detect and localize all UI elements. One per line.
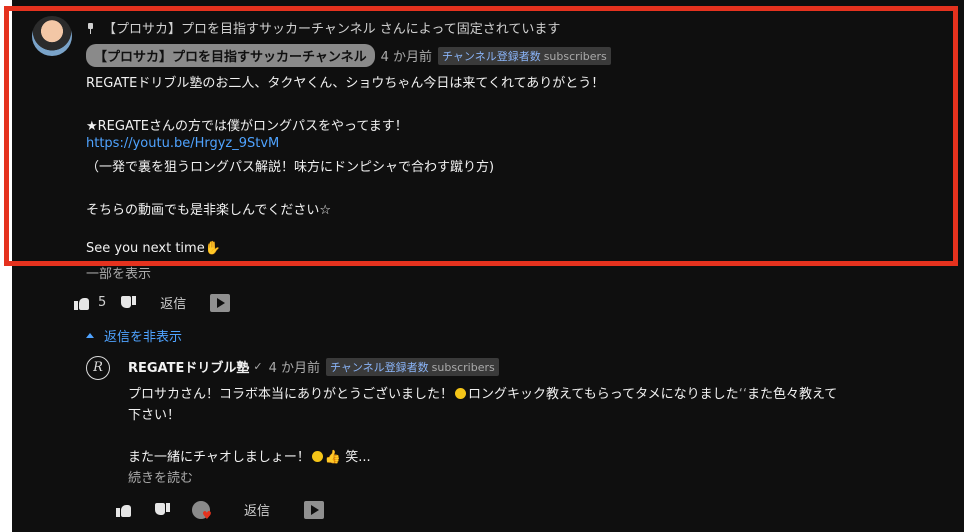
reply-text: プロサカさん！コラボ本当にありがとうございました！ (128, 387, 454, 402)
comment-actions: 5 返信 (74, 293, 231, 312)
comment-link[interactable]: https://youtu.be/Hrgyz_9StvM (86, 136, 279, 151)
channel-avatar[interactable] (32, 16, 72, 56)
comment-line: （一発で裏を狙うロングパス解説！味方にドンピシャで合わす蹴り方) (86, 160, 495, 175)
reply-line: また一緒にチャオしましょー！ 👍 笑... (128, 446, 371, 465)
reply-button[interactable]: 返信 (160, 293, 186, 312)
reply-time[interactable]: 4 か月前 (269, 357, 320, 376)
reply-avatar[interactable]: R (86, 356, 110, 380)
heart-icon: ♥ (202, 508, 212, 522)
thumbs-up-emoji: 👍 (324, 450, 342, 465)
comment-meta: 【プロサカ】プロを目指すサッカーチャンネル 4 か月前 チャンネル登録者数 sub… (86, 44, 611, 67)
pinned-by-text: 【プロサカ】プロを目指すサッカーチャンネル さんによって固定されています (103, 22, 561, 37)
wave-hand-emoji: ✋ (204, 241, 221, 256)
thumb-down-icon[interactable] (120, 295, 137, 310)
reply-text: 笑... (345, 450, 371, 465)
thumb-up-icon[interactable] (74, 296, 90, 310)
comment-line: REGATEドリブル塾のお二人、タクヤくん、ショウちゃん今日は来てくれてありがと… (86, 76, 605, 91)
thumb-down-icon[interactable] (154, 502, 170, 517)
reply-text: また色々教えて (746, 387, 838, 402)
reply-video-icon[interactable] (304, 500, 325, 519)
badge-text: チャンネル登録者数 (442, 49, 541, 63)
reply-text: ‘‘ (738, 387, 747, 402)
hide-replies-label: 返信を非表示 (104, 330, 183, 345)
like-count: 5 (98, 295, 107, 310)
hide-replies-button[interactable]: 返信を非表示 (86, 326, 182, 345)
badge-text: チャンネル登録者数 (330, 360, 429, 374)
comment-author[interactable]: 【プロサカ】プロを目指すサッカーチャンネル (86, 44, 375, 67)
reply-text: また一緒にチャオしましょー！ (128, 450, 310, 465)
reply-text: ロングキック教えてもらってタメになりました (468, 387, 739, 402)
check-icon: ✓ (253, 360, 263, 373)
grin-emoji (311, 451, 323, 462)
comments-panel: 【プロサカ】プロを目指すサッカーチャンネル さんによって固定されています 【プロ… (12, 0, 964, 532)
thumb-up-icon[interactable] (116, 503, 132, 517)
reply-button[interactable]: 返信 (244, 500, 270, 519)
reply-video-icon[interactable] (210, 293, 231, 312)
sign-off-text: See you next time (86, 241, 205, 256)
reply-line: 下さい！ (128, 408, 181, 423)
caret-up-icon (86, 333, 94, 338)
badge-suffix: subscribers (543, 49, 607, 63)
smile-emoji (455, 388, 467, 399)
comment-line: ★REGATEさんの方では僕がロングパスをやってます！ (86, 119, 408, 134)
comment-line: See you next time✋ (86, 241, 221, 256)
subscriber-badge: チャンネル登録者数 subscribers (438, 46, 611, 65)
pin-icon (86, 22, 95, 34)
badge-suffix: subscribers (431, 360, 495, 374)
comment-time[interactable]: 4 か月前 (381, 46, 432, 65)
read-more-button[interactable]: 続きを読む (128, 467, 193, 486)
creator-heart-avatar: ♥ (192, 500, 212, 522)
show-less-button[interactable]: 一部を表示 (86, 263, 151, 282)
reply-line: プロサカさん！コラボ本当にありがとうございました！ ロングキック教えてもらってタメ… (128, 383, 837, 402)
comment-line: そちらの動画でも是非楽しんでください☆ (86, 203, 332, 218)
reply-actions: ♥ 返信 (116, 500, 325, 522)
pinned-indicator: 【プロサカ】プロを目指すサッカーチャンネル さんによって固定されています (86, 18, 560, 37)
reply-meta: REGATEドリブル塾 ✓ 4 か月前 チャンネル登録者数 subscribers (128, 357, 499, 376)
subscriber-badge: チャンネル登録者数 subscribers (326, 357, 499, 376)
reply-author[interactable]: REGATEドリブル塾 (128, 357, 249, 376)
